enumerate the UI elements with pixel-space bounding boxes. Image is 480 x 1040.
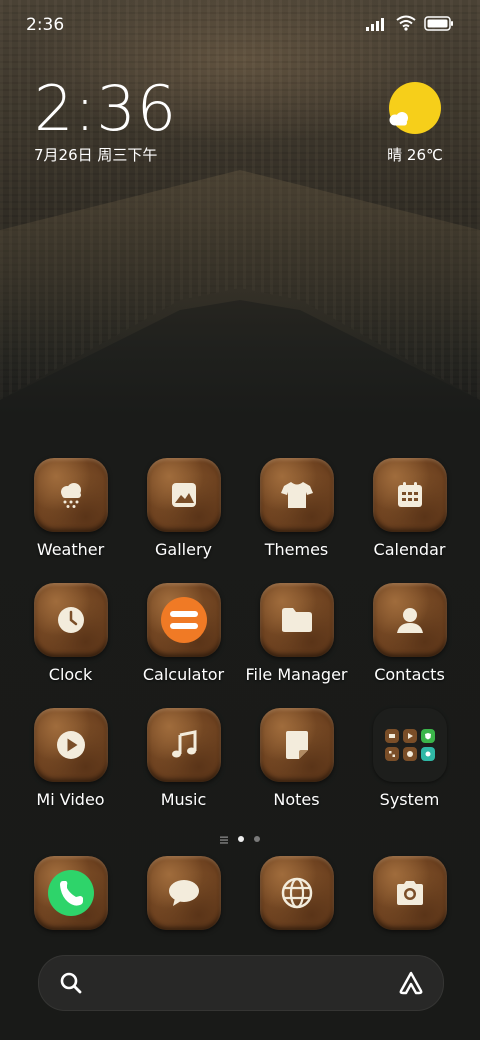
app-label: Gallery bbox=[155, 540, 212, 559]
clock-icon bbox=[33, 583, 108, 657]
app-label: Notes bbox=[273, 790, 320, 809]
app-label: Themes bbox=[264, 540, 329, 559]
tshirt-icon bbox=[259, 458, 334, 532]
page-indicator[interactable] bbox=[0, 829, 480, 848]
signal-icon bbox=[366, 16, 388, 35]
app-themes[interactable]: Themes bbox=[240, 458, 353, 559]
app-label: Calculator bbox=[142, 665, 225, 684]
message-bubble-icon bbox=[146, 856, 221, 930]
weather-snow-cloud-icon bbox=[33, 458, 108, 532]
app-label: Weather bbox=[36, 540, 105, 559]
music-note-icon bbox=[146, 708, 221, 782]
page-dot-2[interactable] bbox=[254, 835, 260, 842]
search-icon[interactable] bbox=[59, 971, 83, 999]
app-gallery[interactable]: Gallery bbox=[127, 458, 240, 559]
dock-messages[interactable] bbox=[127, 856, 240, 930]
widget-time: 2:36 bbox=[34, 72, 178, 145]
app-label: Calendar bbox=[373, 540, 446, 559]
app-calendar[interactable]: Calendar bbox=[353, 458, 466, 559]
assistant-icon[interactable] bbox=[397, 970, 425, 1000]
battery-icon bbox=[424, 15, 454, 35]
status-icons bbox=[366, 15, 454, 35]
search-bar[interactable] bbox=[38, 955, 444, 1011]
mini-app-store-icon bbox=[420, 747, 435, 761]
dock-browser[interactable] bbox=[240, 856, 353, 930]
app-music[interactable]: Music bbox=[127, 708, 240, 809]
dock bbox=[14, 856, 466, 936]
app-label: Mi Video bbox=[36, 790, 105, 809]
widget-date: 7月26日 周三下午 bbox=[34, 146, 158, 164]
folder-grid-icon bbox=[372, 708, 447, 782]
gallery-image-icon bbox=[146, 458, 221, 532]
notes-page-icon bbox=[259, 708, 334, 782]
dock-phone[interactable] bbox=[14, 856, 127, 930]
play-icon bbox=[33, 708, 108, 782]
app-file-manager[interactable]: File Manager bbox=[240, 583, 353, 684]
phone-icon bbox=[33, 856, 108, 930]
mini-video-icon bbox=[402, 729, 417, 743]
mini-tools-icon bbox=[384, 747, 399, 761]
clock-widget[interactable]: 2:36 7月26日 周三下午 bbox=[34, 76, 177, 165]
contact-person-icon bbox=[372, 583, 447, 657]
calculator-icon bbox=[146, 583, 221, 657]
folder-icon bbox=[259, 583, 334, 657]
app-contacts[interactable]: Contacts bbox=[353, 583, 466, 684]
app-label: System bbox=[379, 790, 440, 809]
wifi-icon bbox=[396, 15, 416, 35]
mini-security-icon bbox=[420, 729, 435, 743]
app-label: File Manager bbox=[245, 665, 348, 684]
sunny-cloud-icon bbox=[389, 82, 441, 134]
mini-compass-icon bbox=[402, 747, 417, 761]
page-dot-1[interactable] bbox=[238, 835, 244, 842]
app-mi-video[interactable]: Mi Video bbox=[14, 708, 127, 809]
camera-icon bbox=[372, 856, 447, 930]
status-bar: 2:36 bbox=[0, 0, 480, 50]
dock-camera[interactable] bbox=[353, 856, 466, 930]
app-label: Contacts bbox=[374, 665, 445, 684]
app-weather[interactable]: Weather bbox=[14, 458, 127, 559]
weather-widget[interactable]: 晴 26℃ bbox=[384, 82, 446, 165]
calendar-icon bbox=[372, 458, 447, 532]
app-notes[interactable]: Notes bbox=[240, 708, 353, 809]
app-label: Music bbox=[160, 790, 207, 809]
mini-messages-icon bbox=[384, 729, 399, 743]
drawer-menu-icon[interactable] bbox=[220, 829, 228, 848]
status-time: 2:36 bbox=[26, 15, 65, 35]
browser-globe-icon bbox=[259, 856, 334, 930]
app-system-folder[interactable]: System bbox=[353, 708, 466, 809]
app-clock[interactable]: Clock bbox=[14, 583, 127, 684]
weather-text: 晴 26℃ bbox=[387, 146, 443, 164]
app-calculator[interactable]: Calculator bbox=[127, 583, 240, 684]
app-label: Clock bbox=[48, 665, 93, 684]
